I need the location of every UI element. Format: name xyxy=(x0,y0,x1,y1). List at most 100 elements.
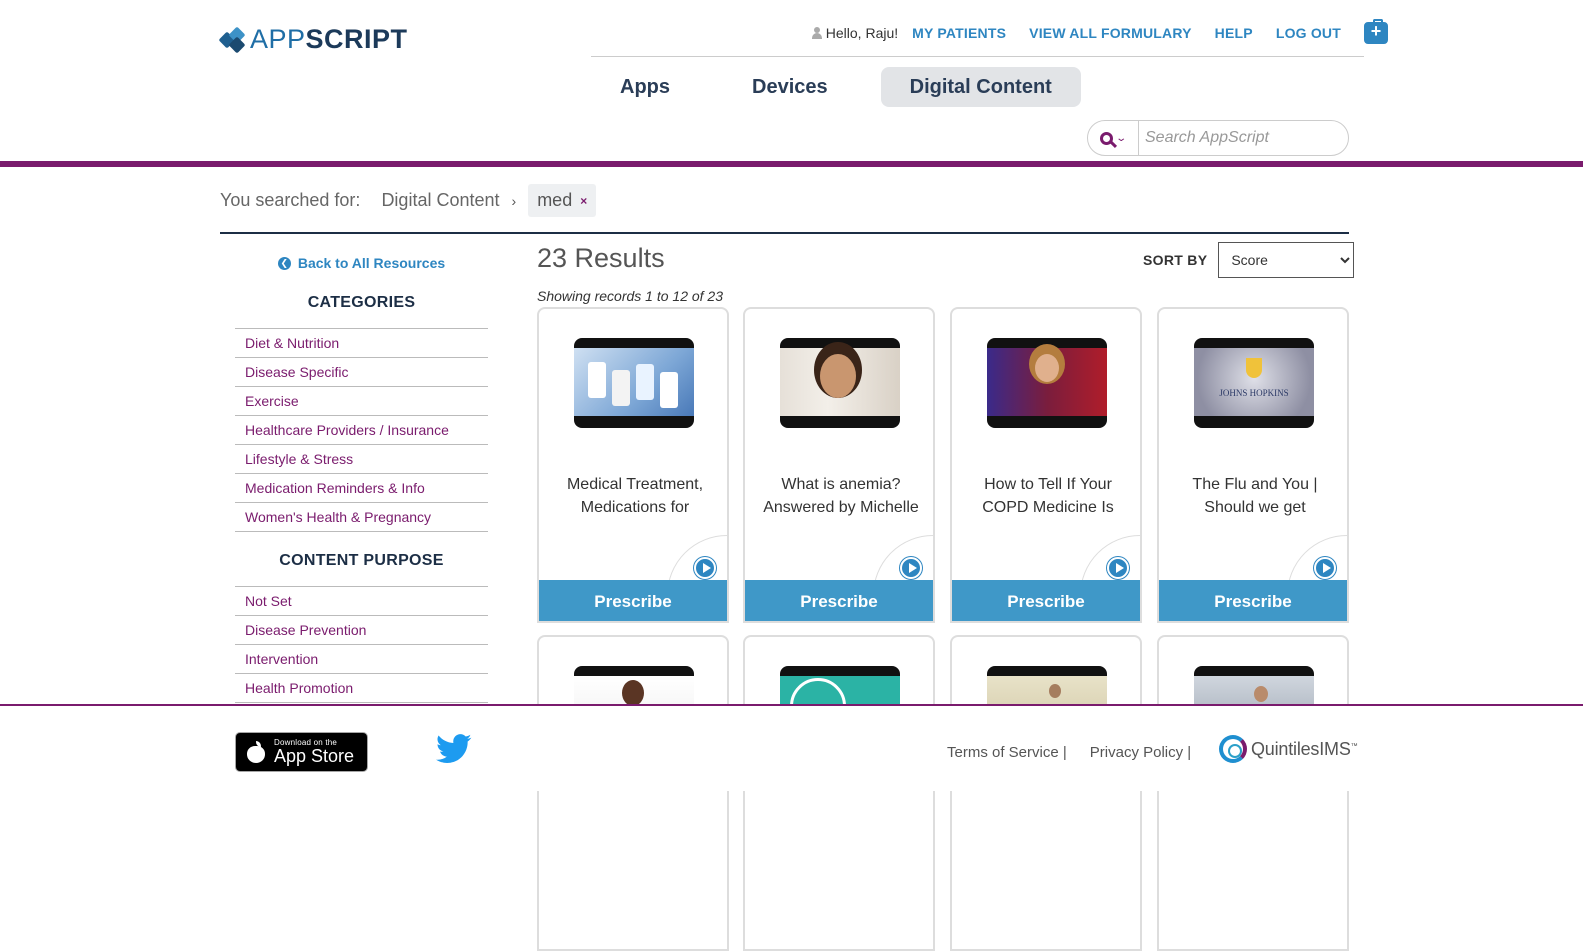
quintilesims-logo[interactable]: QuintilesIMS™ xyxy=(1219,735,1358,763)
prescribe-button[interactable]: Prescribe xyxy=(952,580,1140,621)
purpose-item[interactable]: Intervention xyxy=(235,645,488,674)
sort-select[interactable]: Score xyxy=(1218,242,1355,278)
content-card[interactable]: What is anemia? Answered by Michelle Pre… xyxy=(743,307,935,623)
footer-links: Terms of Service | Privacy Policy | xyxy=(947,744,1214,761)
category-item[interactable]: Women's Health & Pregnancy xyxy=(235,503,488,532)
prescribe-button[interactable]: Prescribe xyxy=(1159,580,1347,621)
category-list: Diet & Nutrition Disease Specific Exerci… xyxy=(235,328,488,532)
top-nav: Hello, Raju! MY PATIENTS VIEW ALL FORMUL… xyxy=(811,19,1388,44)
user-icon xyxy=(811,27,822,39)
chevron-right-icon: › xyxy=(511,192,517,209)
nurse-jen-thumbnail xyxy=(987,348,1107,416)
nav-divider xyxy=(591,56,1364,57)
app-store-badge[interactable]: Download on the App Store xyxy=(235,732,368,772)
category-item[interactable]: Exercise xyxy=(235,387,488,416)
apple-icon xyxy=(246,741,266,763)
content-card[interactable] xyxy=(537,635,729,951)
appscript-logo[interactable]: APPSCRIPT xyxy=(218,24,408,55)
play-icon[interactable] xyxy=(694,557,716,579)
quintilesims-wordmark: QuintilesIMS™ xyxy=(1251,738,1358,760)
purpose-item[interactable]: Disease Prevention xyxy=(235,616,488,645)
appscript-logo-icon xyxy=(218,26,246,53)
video-thumbnail[interactable] xyxy=(987,338,1107,428)
breadcrumb-divider xyxy=(220,232,1349,234)
chevron-down-icon: ⌄ xyxy=(1115,132,1128,144)
content-purpose-list: Not Set Disease Prevention Intervention … xyxy=(235,586,488,703)
search-icon xyxy=(1100,131,1114,145)
search-term: med xyxy=(537,190,573,210)
my-patients-link[interactable]: MY PATIENTS xyxy=(912,25,1006,41)
category-item[interactable]: Diet & Nutrition xyxy=(235,329,488,358)
site-header: APPSCRIPT Hello, Raju! MY PATIENTS VIEW … xyxy=(0,0,1583,162)
tab-apps[interactable]: Apps xyxy=(591,67,699,107)
content-card[interactable]: Medical Treatment, Medications for Presc… xyxy=(537,307,729,623)
app-store-badge-text: Download on the App Store xyxy=(274,739,355,766)
categories-heading: CATEGORIES xyxy=(307,294,416,311)
card-title[interactable]: The Flu and You | Should we get xyxy=(1167,473,1343,519)
video-thumbnail[interactable] xyxy=(1194,338,1314,428)
back-to-all-resources-link[interactable]: ❮ Back to All Resources xyxy=(235,252,488,274)
card-title[interactable]: Medical Treatment, Medications for xyxy=(547,473,723,519)
quintilesims-icon xyxy=(1219,735,1247,763)
content-card[interactable]: The Flu and You | Should we get Prescrib… xyxy=(1157,307,1349,623)
logo-wordmark: APPSCRIPT xyxy=(250,24,408,55)
sort-control: SORT BY Score xyxy=(1143,242,1355,278)
content-card[interactable] xyxy=(1157,635,1349,951)
trademark-mark: ™ xyxy=(1350,742,1358,750)
header-accent-bar xyxy=(0,161,1583,167)
category-item[interactable]: Medication Reminders & Info xyxy=(235,474,488,503)
johns-hopkins-thumbnail xyxy=(1194,348,1314,416)
user-greeting: Hello, Raju! xyxy=(811,25,899,41)
category-item[interactable]: Disease Specific xyxy=(235,358,488,387)
medication-bottles-thumbnail xyxy=(574,348,694,416)
content-card[interactable] xyxy=(743,635,935,951)
site-footer: Download on the App Store Terms of Servi… xyxy=(0,704,1583,791)
play-icon[interactable] xyxy=(900,557,922,579)
tab-digital-content[interactable]: Digital Content xyxy=(880,67,1081,107)
sort-by-label: SORT BY xyxy=(1143,252,1208,268)
remove-term-icon[interactable]: × xyxy=(580,194,587,208)
filter-sidebar: ❮ Back to All Resources CATEGORIES Diet … xyxy=(235,252,488,703)
tab-devices[interactable]: Devices xyxy=(723,67,857,107)
back-arrow-icon: ❮ xyxy=(277,256,291,270)
play-icon[interactable] xyxy=(1314,557,1336,579)
search-term-chip: med × xyxy=(528,184,597,217)
purpose-item[interactable]: Not Set xyxy=(235,587,488,616)
terms-of-service-link[interactable]: Terms of Service | xyxy=(947,744,1067,761)
back-link-label: Back to All Resources xyxy=(297,255,446,271)
search-input[interactable] xyxy=(1139,129,1339,147)
view-all-formulary-link[interactable]: VIEW ALL FORMULARY xyxy=(1029,25,1192,41)
partner-name: QuintilesIMS xyxy=(1251,738,1351,759)
card-title[interactable]: How to Tell If Your COPD Medicine Is xyxy=(960,473,1136,519)
greeting-text: Hello, Raju! xyxy=(825,25,899,41)
privacy-policy-link[interactable]: Privacy Policy | xyxy=(1090,744,1191,761)
breadcrumb: You searched for: Digital Content › med … xyxy=(220,184,597,217)
records-range-text: Showing records 1 to 12 of 23 xyxy=(537,288,724,304)
breadcrumb-category[interactable]: Digital Content xyxy=(381,190,499,211)
prescribe-button[interactable]: Prescribe xyxy=(745,580,933,621)
content-purpose-heading: CONTENT PURPOSE xyxy=(279,552,444,569)
results-count-heading: 23 Results xyxy=(537,243,665,273)
log-out-link[interactable]: LOG OUT xyxy=(1276,25,1341,41)
prescribe-button[interactable]: Prescribe xyxy=(539,580,727,621)
video-thumbnail[interactable] xyxy=(574,338,694,428)
doctor-portrait-thumbnail xyxy=(780,348,900,416)
content-card[interactable]: How to Tell If Your COPD Medicine Is Pre… xyxy=(950,307,1142,623)
help-link[interactable]: HELP xyxy=(1215,25,1253,41)
purpose-item[interactable]: Health Promotion xyxy=(235,674,488,703)
content-card[interactable] xyxy=(950,635,1142,951)
app-store-big-text: App Store xyxy=(274,746,355,766)
breadcrumb-label: You searched for: xyxy=(220,190,361,210)
video-thumbnail[interactable] xyxy=(780,338,900,428)
category-item[interactable]: Lifestyle & Stress xyxy=(235,445,488,474)
category-item[interactable]: Healthcare Providers / Insurance xyxy=(235,416,488,445)
card-title[interactable]: What is anemia? Answered by Michelle xyxy=(753,473,929,519)
medical-kit-icon[interactable] xyxy=(1364,19,1388,44)
logo-text-script: SCRIPT xyxy=(305,24,408,54)
search-scope-button[interactable]: ⌄ xyxy=(1088,121,1139,155)
search-bar: ⌄ xyxy=(1087,120,1349,156)
main-tabs: Apps Devices Digital Content xyxy=(591,67,1105,107)
logo-text-app: APP xyxy=(250,24,306,54)
play-icon[interactable] xyxy=(1107,557,1129,579)
twitter-icon[interactable] xyxy=(436,734,472,764)
